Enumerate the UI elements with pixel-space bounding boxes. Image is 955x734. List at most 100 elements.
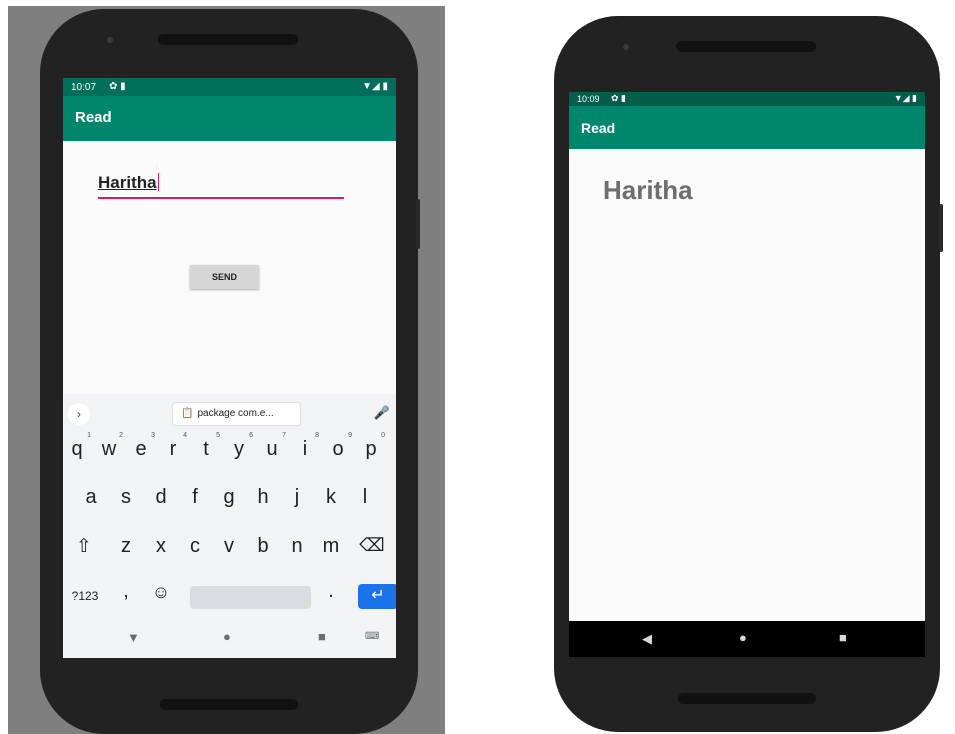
top-speaker [158, 34, 298, 45]
key-i-label: i [302, 438, 308, 460]
key-i[interactable]: i8 [290, 432, 320, 461]
key-e[interactable]: e3 [126, 432, 156, 461]
key-w-label: w [101, 438, 117, 460]
key-c[interactable]: c [180, 535, 210, 558]
home-icon[interactable]: ● [223, 629, 231, 644]
key-v[interactable]: v [214, 535, 244, 558]
space-key[interactable] [190, 586, 311, 609]
key-hint: 4 [183, 432, 187, 439]
key-row-2: a s d f g h j k l [63, 486, 396, 516]
key-hint: 1 [87, 432, 91, 439]
back-icon[interactable]: ◀ [642, 631, 652, 647]
bottom-speaker [160, 699, 298, 710]
app-title: Read [75, 109, 112, 126]
clipboard-suggestion-chip[interactable]: 📋 package com.e... [172, 402, 301, 426]
key-g[interactable]: g [214, 486, 244, 509]
symbols-key[interactable]: ?123 [67, 589, 103, 603]
recents-icon[interactable]: ■ [839, 630, 847, 645]
name-input-value: Haritha [98, 173, 157, 192]
key-hint: 2 [119, 432, 123, 439]
key-a[interactable]: a [76, 486, 106, 509]
emoji-icon[interactable]: ☺ [146, 582, 176, 603]
recents-icon[interactable]: ■ [318, 629, 326, 644]
key-y-label: y [234, 438, 244, 460]
side-button [939, 204, 943, 252]
key-q[interactable]: q1 [63, 432, 92, 461]
key-w[interactable]: w2 [94, 432, 124, 461]
key-n[interactable]: n [282, 535, 312, 558]
key-o[interactable]: o9 [323, 432, 353, 461]
home-icon[interactable]: ● [739, 630, 747, 645]
status-notification-icons: ✿ ▮ [109, 81, 126, 92]
send-button[interactable]: SEND [190, 265, 259, 289]
key-hint: 5 [216, 432, 220, 439]
key-row-1: q1 w2 e3 r4 t5 y6 u7 i8 o9 p0 [63, 432, 396, 468]
key-j[interactable]: j [282, 486, 312, 509]
key-p[interactable]: p0 [356, 432, 386, 461]
key-row-4: ?123 , ☺ . ↵ [63, 580, 396, 614]
key-k[interactable]: k [316, 486, 346, 509]
right-screenshot-panel: 10:09 ✿ ▮ ▼◢ ▮ Read Haritha ◀ ● ■ [524, 14, 955, 734]
status-time: 10:09 [577, 94, 600, 104]
top-speaker [676, 41, 816, 52]
expand-toolbar-icon[interactable]: › [68, 403, 90, 425]
key-y[interactable]: y6 [224, 432, 254, 461]
key-b[interactable]: b [248, 535, 278, 558]
phone-frame-left: 10:07 ✿ ▮ ▼◢ ▮ Read Haritha SEND › 📋 pack… [40, 9, 420, 734]
key-row-3: ⇧ z x c v b n m ⌫ [63, 535, 396, 565]
key-hint: 3 [151, 432, 155, 439]
enter-key[interactable]: ↵ [358, 584, 396, 609]
key-p-label: p [365, 438, 377, 460]
key-o-label: o [332, 438, 344, 460]
status-signal-battery-icons: ▼◢ ▮ [893, 93, 917, 103]
status-signal-battery-icons: ▼◢ ▮ [362, 81, 388, 92]
key-t[interactable]: t5 [191, 432, 221, 461]
phone-screen-right: 10:09 ✿ ▮ ▼◢ ▮ Read Haritha ◀ ● ■ [569, 92, 925, 657]
key-s[interactable]: s [111, 486, 141, 509]
text-caret [157, 173, 159, 191]
app-bar: Read [63, 96, 396, 141]
period-key[interactable]: . [316, 580, 346, 603]
shift-icon[interactable]: ⇧ [69, 535, 99, 558]
soft-keyboard: › 📋 package com.e... 🎤 q1 w2 e3 r4 t5 y6 … [63, 394, 396, 658]
key-d[interactable]: d [146, 486, 176, 509]
side-button [416, 199, 420, 249]
clipboard-chip-text: package com.e... [197, 408, 274, 419]
phone-frame-right: 10:09 ✿ ▮ ▼◢ ▮ Read Haritha ◀ ● ■ [554, 16, 943, 732]
app-bar: Read [569, 106, 925, 149]
key-z[interactable]: z [111, 535, 141, 558]
back-down-icon[interactable]: ▼ [127, 630, 140, 645]
key-m[interactable]: m [316, 535, 346, 558]
key-f[interactable]: f [180, 486, 210, 509]
key-l[interactable]: l [350, 486, 380, 509]
name-input[interactable]: Haritha [98, 171, 344, 199]
app-title: Read [581, 120, 616, 136]
keyboard-switch-icon[interactable]: ⌨ [365, 631, 379, 642]
key-hint: 0 [381, 432, 385, 439]
key-hint: 7 [282, 432, 286, 439]
backspace-icon[interactable]: ⌫ [357, 535, 387, 556]
received-text: Haritha [603, 175, 693, 205]
key-e-label: e [135, 438, 147, 460]
key-hint: 6 [249, 432, 253, 439]
clipboard-icon: 📋 [181, 408, 194, 419]
key-hint: 9 [348, 432, 352, 439]
key-t-label: t [203, 438, 209, 460]
navigation-bar: ▼ ● ■ ⌨ [63, 620, 396, 658]
front-camera [107, 37, 113, 43]
bottom-speaker [678, 693, 816, 704]
front-camera [623, 44, 629, 50]
status-notification-icons: ✿ ▮ [611, 93, 626, 103]
comma-key[interactable]: , [111, 580, 141, 603]
status-time: 10:07 [71, 82, 97, 93]
mic-icon[interactable]: 🎤 [374, 405, 390, 421]
left-screenshot-panel: 10:07 ✿ ▮ ▼◢ ▮ Read Haritha SEND › 📋 pack… [8, 6, 445, 734]
key-q-label: q [71, 438, 83, 460]
key-r[interactable]: r4 [158, 432, 188, 461]
key-x[interactable]: x [146, 535, 176, 558]
key-hint: 8 [315, 432, 319, 439]
status-bar: 10:07 ✿ ▮ ▼◢ ▮ [63, 78, 396, 96]
suggestion-strip: › 📋 package com.e... 🎤 [63, 398, 396, 428]
key-u[interactable]: u7 [257, 432, 287, 461]
key-h[interactable]: h [248, 486, 278, 509]
